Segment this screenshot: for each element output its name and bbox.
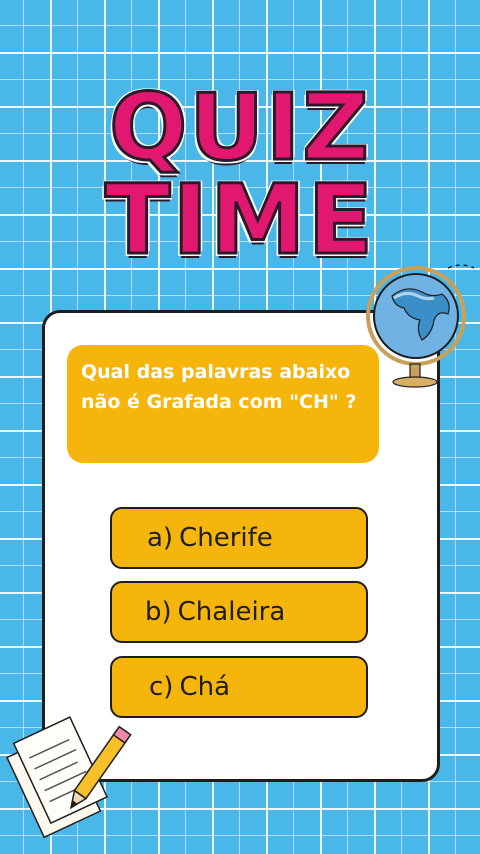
option-c-label: Chá [179,672,231,702]
question-box: Qual das palavras abaixo não é Grafada c… [67,345,379,463]
notepad-pencil-icon [6,716,132,839]
option-a-button[interactable]: a) Cherife [110,507,368,569]
title-time: TIME [103,164,376,276]
option-c-button[interactable]: c) Chá [110,656,368,718]
option-b-letter: b) [145,597,172,627]
globe-icon [366,264,475,388]
title-quiz: QUIZ [108,74,371,181]
option-b-button[interactable]: b) Chaleira [110,581,368,643]
question-text: Qual das palavras abaixo não é Grafada c… [81,361,357,413]
option-c-letter: c) [149,672,174,702]
option-a-letter: a) [147,523,174,553]
option-b-label: Chaleira [177,597,286,627]
option-a-label: Cherife [179,523,273,553]
